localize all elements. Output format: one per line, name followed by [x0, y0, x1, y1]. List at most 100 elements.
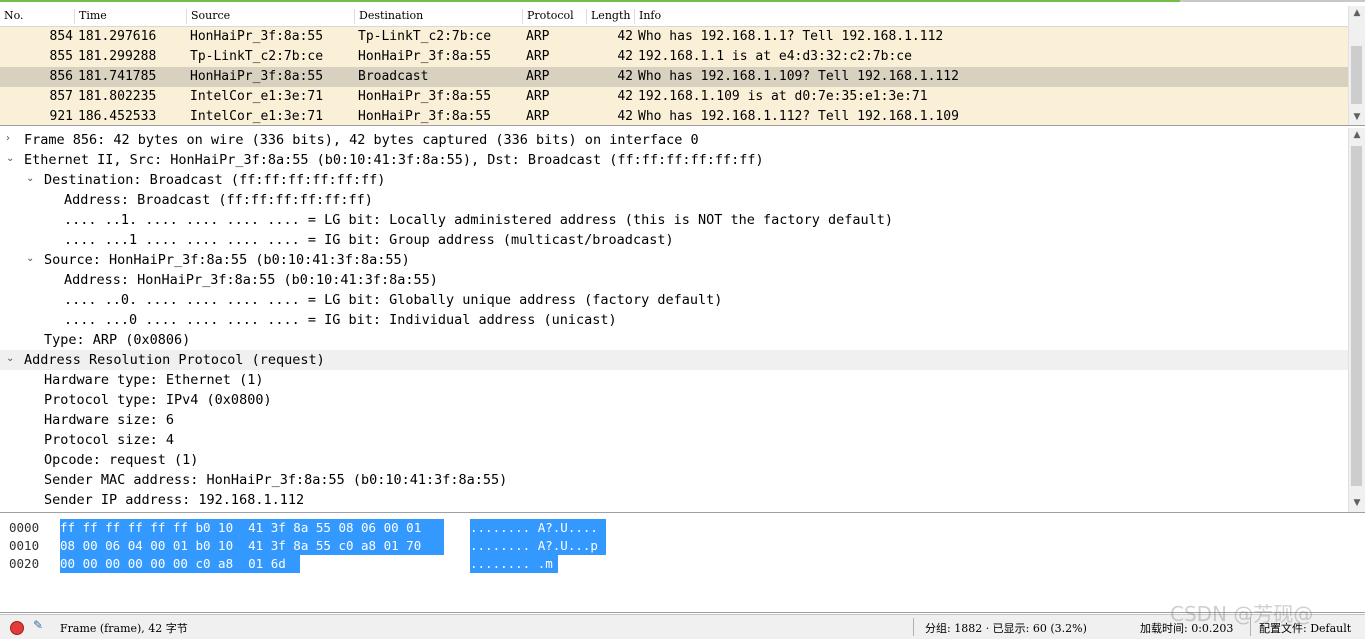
status-bar: ✎ Frame (frame), 42 字节 分组: 1882 · 已显示: 6…	[0, 614, 1365, 639]
detail-tree-item[interactable]: Address: Broadcast (ff:ff:ff:ff:ff:ff)	[0, 190, 1349, 210]
status-packet-count: 分组: 1882 · 已显示: 60 (3.2%)	[925, 622, 1087, 635]
bytes-offset: 0000	[9, 520, 40, 535]
capture-status-icon[interactable]	[10, 621, 24, 635]
expanded-arrow-icon[interactable]: ⌄	[26, 173, 34, 184]
detail-tree-label: Address: Broadcast (ff:ff:ff:ff:ff:ff)	[64, 192, 373, 208]
column-header-source[interactable]: Source	[186, 9, 355, 24]
column-header-destination[interactable]: Destination	[354, 9, 523, 24]
packet-info: Who has 192.168.1.109? Tell 192.168.1.11…	[638, 69, 959, 84]
scrollbar-thumb[interactable]	[1351, 46, 1362, 104]
detail-tree-label: .... ..0. .... .... .... .... = LG bit: …	[64, 292, 723, 308]
expanded-arrow-icon[interactable]: ⌄	[6, 153, 14, 164]
expanded-arrow-icon[interactable]: ⌄	[6, 353, 14, 364]
packet-row[interactable]: 855 181.299288 Tp-LinkT_c2:7b:ce HonHaiPr_3…	[0, 47, 1349, 67]
column-header-info[interactable]: Info	[634, 9, 1339, 24]
detail-tree-item[interactable]: Protocol type: IPv4 (0x0800)	[0, 390, 1349, 410]
detail-tree-label: Hardware size: 6	[44, 412, 175, 428]
detail-tree-label: .... ...0 .... .... .... .... = IG bit: …	[64, 312, 617, 328]
detail-tree-label: Source: HonHaiPr_3f:8a:55 (b0:10:41:3f:8…	[44, 252, 410, 268]
column-header-no[interactable]: No.	[0, 9, 76, 24]
scrollbar-thumb[interactable]	[1351, 146, 1362, 486]
packet-protocol: ARP	[526, 69, 550, 84]
edit-comment-icon[interactable]: ✎	[33, 618, 47, 632]
scroll-down-arrow-icon[interactable]: ▼	[1349, 496, 1365, 510]
detail-tree-item[interactable]: .... ...0 .... .... .... .... = IG bit: …	[0, 310, 1349, 330]
packet-source: HonHaiPr_3f:8a:55	[190, 69, 324, 84]
detail-tree-item[interactable]: Opcode: request (1)	[0, 450, 1349, 470]
packet-length: 42	[617, 89, 633, 104]
packet-destination: HonHaiPr_3f:8a:55	[358, 89, 492, 104]
expanded-arrow-icon[interactable]: ⌄	[26, 253, 34, 264]
bytes-ascii[interactable]: ........ A?.U....	[470, 519, 606, 537]
detail-tree-item[interactable]: Protocol size: 4	[0, 430, 1349, 450]
packet-no: 856	[49, 69, 73, 84]
details-scrollbar[interactable]: ▲ ▼	[1348, 128, 1365, 512]
packet-source: IntelCor_e1:3e:71	[190, 109, 324, 124]
packet-info: 192.168.1.109 is at d0:7e:35:e1:3e:71	[638, 89, 928, 104]
packet-length: 42	[617, 29, 633, 44]
packet-list-pane[interactable]: No. Time Source Destination Protocol Len…	[0, 6, 1365, 126]
packet-info: Who has 192.168.1.1? Tell 192.168.1.112	[638, 29, 944, 44]
packet-source: HonHaiPr_3f:8a:55	[190, 29, 324, 44]
status-frame-label: Frame (frame), 42 字节	[60, 622, 188, 635]
detail-tree-label: Sender MAC address: HonHaiPr_3f:8a:55 (b…	[44, 472, 508, 488]
scroll-down-arrow-icon[interactable]: ▼	[1349, 110, 1365, 124]
column-header-length[interactable]: Length	[586, 9, 635, 24]
watermark: CSDN @芳砚@	[1170, 602, 1314, 626]
detail-tree-item[interactable]: ⌄ Source: HonHaiPr_3f:8a:55 (b0:10:41:3f:…	[0, 250, 1349, 270]
detail-tree-label: .... ...1 .... .... .... .... = IG bit: …	[64, 232, 674, 248]
packet-length: 42	[617, 109, 633, 124]
scroll-up-arrow-icon[interactable]: ▲	[1349, 128, 1365, 142]
detail-tree-item[interactable]: .... ..0. .... .... .... .... = LG bit: …	[0, 290, 1349, 310]
packet-bytes-pane[interactable]: 0000 ff ff ff ff ff ff b0 10 41 3f 8a 55…	[0, 516, 1365, 613]
packet-details-pane[interactable]: › Frame 856: 42 bytes on wire (336 bits),…	[0, 128, 1365, 513]
packet-length: 42	[617, 49, 633, 64]
detail-tree-item[interactable]: Hardware type: Ethernet (1)	[0, 370, 1349, 390]
detail-tree-item[interactable]: ⌄ Address Resolution Protocol (request)	[0, 350, 1349, 370]
packet-time: 181.741785	[78, 69, 157, 84]
detail-tree-item[interactable]: Sender MAC address: HonHaiPr_3f:8a:55 (b…	[0, 470, 1349, 490]
packet-time: 181.297616	[78, 29, 157, 44]
packet-list-scrollbar[interactable]: ▲ ▼	[1348, 6, 1365, 125]
packet-no: 921	[49, 109, 73, 124]
detail-tree-item[interactable]: Address: HonHaiPr_3f:8a:55 (b0:10:41:3f:…	[0, 270, 1349, 290]
bytes-hex[interactable]: ff ff ff ff ff ff b0 10 41 3f 8a 55 08 0…	[60, 519, 444, 537]
detail-tree-item[interactable]: Hardware size: 6	[0, 410, 1349, 430]
packet-row-selected[interactable]: 856 181.741785 HonHaiPr_3f:8a:55 Broadcast A…	[0, 67, 1349, 87]
column-header-protocol[interactable]: Protocol	[522, 9, 585, 24]
bytes-hex[interactable]: 00 00 00 00 00 00 c0 a8 01 6d	[60, 555, 300, 573]
column-header-time[interactable]: Time	[74, 9, 189, 24]
detail-tree-item[interactable]: .... ...1 .... .... .... .... = IG bit: …	[0, 230, 1349, 250]
packet-list-header: No. Time Source Destination Protocol Len…	[0, 6, 1349, 27]
bytes-offset: 0020	[9, 556, 40, 571]
detail-tree-label: Ethernet II, Src: HonHaiPr_3f:8a:55 (b0:…	[24, 152, 764, 168]
packet-row[interactable]: 854 181.297616 HonHaiPr_3f:8a:55 Tp-LinkT_c…	[0, 27, 1349, 47]
filter-bar-right-border	[1180, 0, 1365, 2]
packet-row[interactable]: 857 181.802235 IntelCor_e1:3e:71 HonHaiPr_3…	[0, 87, 1349, 107]
packet-info: 192.168.1.1 is at e4:d3:32:c2:7b:ce	[638, 49, 912, 64]
bytes-row: 0020 00 00 00 00 00 00 c0 a8 01 6d .....…	[0, 555, 1365, 573]
detail-tree-item[interactable]: Type: ARP (0x0806)	[0, 330, 1349, 350]
detail-tree-label: Hardware type: Ethernet (1)	[44, 372, 264, 388]
packet-no: 854	[49, 29, 73, 44]
detail-tree-item[interactable]: Sender IP address: 192.168.1.112	[0, 490, 1349, 510]
detail-tree-item[interactable]: .... ..1. .... .... .... .... = LG bit: …	[0, 210, 1349, 230]
packet-info: Who has 192.168.1.112? Tell 192.168.1.10…	[638, 109, 959, 124]
bytes-ascii[interactable]: ........ A?.U...p	[470, 537, 606, 555]
scroll-up-arrow-icon[interactable]: ▲	[1349, 6, 1365, 20]
bytes-hex[interactable]: 08 00 06 04 00 01 b0 10 41 3f 8a 55 c0 a…	[60, 537, 444, 555]
packet-protocol: ARP	[526, 109, 550, 124]
packet-time: 186.452533	[78, 109, 157, 124]
collapsed-arrow-icon[interactable]: ›	[6, 133, 10, 144]
packet-destination: Broadcast	[358, 69, 429, 84]
packet-length: 42	[617, 69, 633, 84]
detail-tree-item[interactable]: ⌄ Destination: Broadcast (ff:ff:ff:ff:ff:…	[0, 170, 1349, 190]
packet-row[interactable]: 921 186.452533 IntelCor_e1:3e:71 HonHaiPr_3…	[0, 107, 1349, 125]
packet-protocol: ARP	[526, 89, 550, 104]
detail-tree-label: Frame 856: 42 bytes on wire (336 bits), …	[24, 132, 699, 148]
detail-tree-item[interactable]: › Frame 856: 42 bytes on wire (336 bits),…	[0, 130, 1349, 150]
detail-tree-item[interactable]: ⌄ Ethernet II, Src: HonHaiPr_3f:8a:55 (b0…	[0, 150, 1349, 170]
bytes-row: 0010 08 00 06 04 00 01 b0 10 41 3f 8a 55…	[0, 537, 1365, 555]
top-toolbar-edge	[0, 0, 1365, 5]
bytes-ascii[interactable]: ........ .m	[470, 555, 558, 573]
